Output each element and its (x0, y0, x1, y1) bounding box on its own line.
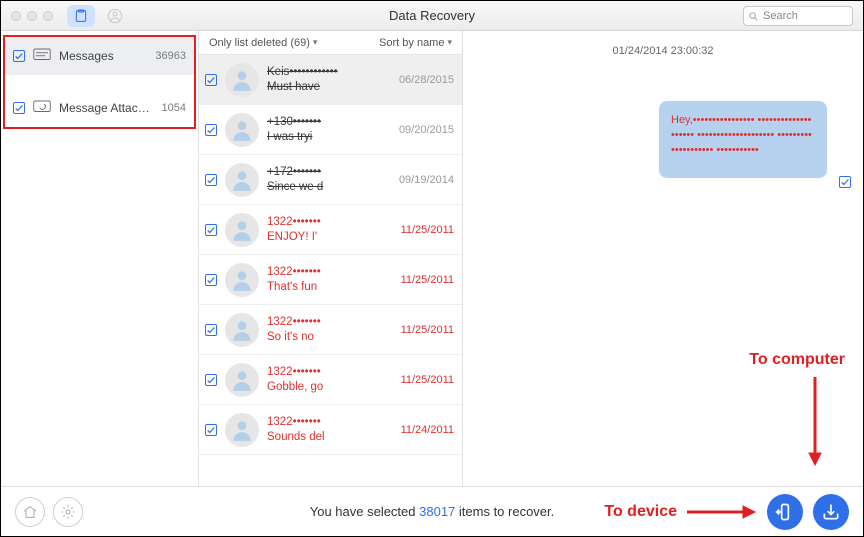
data-recovery-tab[interactable] (67, 5, 95, 27)
list-item-title: 1322••••••• (267, 415, 393, 430)
list-item-date: 11/25/2011 (401, 224, 454, 236)
annotation-to-device: To device (604, 503, 677, 521)
avatar-icon (225, 263, 259, 297)
titlebar: Data Recovery Search (1, 1, 863, 31)
avatar-icon (225, 163, 259, 197)
attachments-icon (33, 100, 51, 117)
list-item-preview: Must have (267, 80, 391, 95)
list-item-date: 11/25/2011 (401, 374, 454, 386)
home-button[interactable] (15, 497, 45, 527)
checkbox[interactable] (13, 50, 25, 62)
list-item-date: 09/20/2015 (399, 124, 454, 136)
sort-dropdown[interactable]: Sort by name▾ (379, 37, 452, 49)
checkbox[interactable] (205, 274, 217, 286)
recover-to-device-button[interactable] (767, 494, 803, 530)
chevron-down-icon: ▾ (447, 37, 452, 48)
filter-dropdown[interactable]: Only list deleted (69)▾ (209, 37, 317, 49)
list-item-preview: So it's no (267, 330, 393, 345)
annotation-arrow-down (805, 377, 825, 467)
message-bubble: Hey,•••••••••••••••• •••••••••••••••••••… (659, 101, 827, 178)
list-item[interactable]: 1322•••••••That's fun 11/25/2011 (199, 255, 462, 305)
list-item-date: 11/24/2011 (401, 424, 454, 436)
list-item[interactable]: 1322•••••••So it's no 11/25/2011 (199, 305, 462, 355)
checkbox[interactable] (205, 224, 217, 236)
checkbox[interactable] (205, 424, 217, 436)
window-title: Data Recovery (1, 8, 863, 23)
list-item-date: 09/19/2014 (399, 174, 454, 186)
messages-icon (33, 48, 51, 65)
recover-to-computer-button[interactable] (813, 494, 849, 530)
checkbox[interactable] (205, 74, 217, 86)
list-item-title: +130••••••• (267, 115, 391, 130)
checkbox[interactable] (205, 324, 217, 336)
message-checkbox[interactable] (839, 176, 851, 188)
search-placeholder: Search (763, 10, 798, 22)
list-item-date: 06/28/2015 (399, 74, 454, 86)
checkbox[interactable] (205, 174, 217, 186)
list-item-preview: I was tryi (267, 130, 391, 145)
list-item-title: 1322••••••• (267, 215, 393, 230)
sidebar-item-count: 36963 (155, 50, 186, 62)
list-item[interactable]: 1322•••••••Sounds del 11/24/2011 (199, 405, 462, 455)
list-item-preview: That's fun (267, 280, 393, 295)
list-item-preview: Sounds del (267, 430, 393, 445)
list-item-title: 1322••••••• (267, 265, 393, 280)
list-item[interactable]: 1322•••••••Gobble, go 11/25/2011 (199, 355, 462, 405)
user-tab[interactable] (101, 5, 129, 27)
settings-button[interactable] (53, 497, 83, 527)
sidebar-item-messages[interactable]: Messages 36963 (5, 37, 194, 75)
selected-count: 38017 (419, 504, 455, 519)
avatar-icon (225, 413, 259, 447)
list-item-title: 1322••••••• (267, 315, 393, 330)
annotation-highlight-box: Messages 36963 Message Attac… 1054 (3, 35, 196, 129)
annotation-arrow-right (687, 502, 757, 522)
chevron-down-icon: ▾ (313, 37, 318, 48)
avatar-icon (225, 313, 259, 347)
search-input[interactable]: Search (743, 6, 853, 26)
list-item-date: 11/25/2011 (401, 324, 454, 336)
list-item-preview: ENJOY! I' (267, 230, 393, 245)
minimize-dot[interactable] (27, 11, 37, 21)
avatar-icon (225, 113, 259, 147)
annotation-to-computer: To computer (749, 351, 845, 369)
sidebar-item-count: 1054 (162, 102, 186, 114)
list-item-title: Keis•••••••••••• (267, 65, 391, 80)
list-item[interactable]: +130•••••••I was tryi 09/20/2015 (199, 105, 462, 155)
list-item[interactable]: Keis••••••••••••Must have 06/28/2015 (199, 55, 462, 105)
list-item-title: 1322••••••• (267, 365, 393, 380)
avatar-icon (225, 63, 259, 97)
sidebar-item-label: Messages (59, 49, 114, 63)
sidebar-item-message-attachments[interactable]: Message Attac… 1054 (5, 89, 194, 127)
checkbox[interactable] (205, 124, 217, 136)
sidebar-item-label: Message Attac… (59, 101, 150, 115)
window-controls[interactable] (11, 11, 53, 21)
avatar-icon (225, 213, 259, 247)
list-item-preview: Since we d (267, 180, 391, 195)
zoom-dot[interactable] (43, 11, 53, 21)
search-icon (748, 11, 759, 22)
list-item-preview: Gobble, go (267, 380, 393, 395)
category-sidebar: Messages 36963 Message Attac… 1054 (1, 31, 199, 486)
list-item-title: +172••••••• (267, 165, 391, 180)
avatar-icon (225, 363, 259, 397)
list-item[interactable]: 1322•••••••ENJOY! I' 11/25/2011 (199, 205, 462, 255)
footer: You have selected 38017 items to recover… (1, 486, 863, 536)
checkbox[interactable] (205, 374, 217, 386)
list-item[interactable]: +172•••••••Since we d 09/19/2014 (199, 155, 462, 205)
message-text: Hey,•••••••••••••••• •••••••••••••••••••… (671, 113, 815, 158)
message-detail: 01/24/2014 23:00:32 Hey,••••••••••••••••… (463, 31, 863, 486)
checkbox[interactable] (13, 102, 25, 114)
conversation-list: Only list deleted (69)▾ Sort by name▾ Ke… (199, 31, 463, 486)
close-dot[interactable] (11, 11, 21, 21)
message-timestamp: 01/24/2014 23:00:32 (463, 31, 863, 57)
list-item-date: 11/25/2011 (401, 274, 454, 286)
